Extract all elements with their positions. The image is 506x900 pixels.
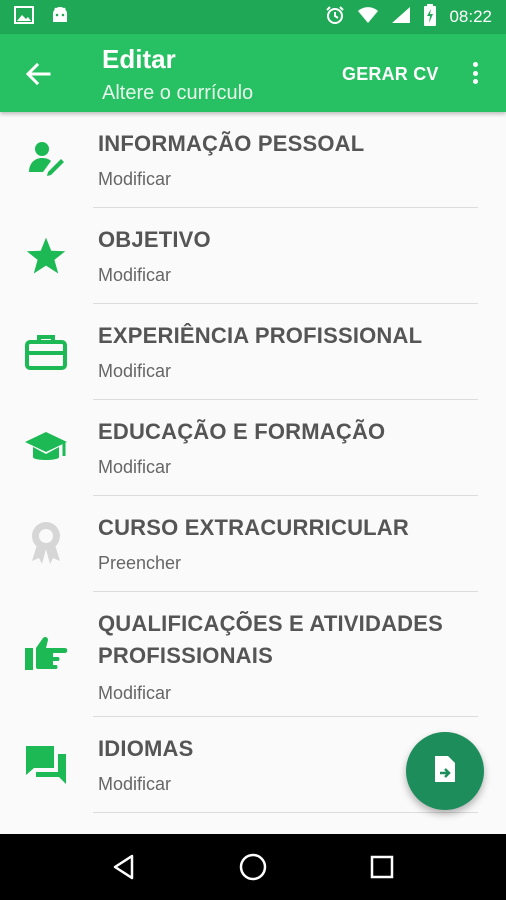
list-item-qualifications[interactable]: QUALIFICAÇÕES E ATIVIDADES PROFISSIONAIS… [0,592,506,717]
section-title: CURSO EXTRACURRICULAR [98,515,409,540]
thumb-pointing-icon [22,630,70,678]
status-bar: 08:22 [0,0,506,34]
page-title: Editar [102,44,176,74]
recents-square-icon[interactable] [362,847,402,887]
home-circle-icon[interactable] [233,847,273,887]
list-item-extracurricular[interactable]: CURSO EXTRACURRICULAR Preencher [0,496,506,592]
page-subtitle: Altere o currículo [102,82,254,104]
back-triangle-icon[interactable] [104,847,144,887]
back-arrow-icon[interactable] [22,58,54,90]
list-item-personal-info[interactable]: INFORMAÇÃO PESSOAL Modificar [0,112,506,208]
section-title: OBJETIVO [98,227,211,252]
graduation-cap-icon [22,424,70,472]
app-bar: Editar Altere o currículo GERAR CV [0,34,506,112]
alarm-icon [325,5,345,30]
list-item-professional-experience[interactable]: EXPERIÊNCIA PROFISSIONAL Modificar [0,304,506,400]
battery-charging-icon [423,3,437,31]
android-icon [50,6,70,29]
generate-cv-button[interactable]: GERAR CV [342,64,439,85]
sections-list: INFORMAÇÃO PESSOAL Modificar OBJETIVO Mo… [0,112,506,834]
section-title: INFORMAÇÃO PESSOAL [98,131,365,156]
wifi-icon [357,6,379,29]
award-icon [22,518,70,566]
list-item-education[interactable]: EDUCAÇÃO E FORMAÇÃO Modificar [0,400,506,496]
section-title: EDUCAÇÃO E FORMAÇÃO [98,419,386,444]
section-status: Modificar [98,457,172,477]
section-status: Modificar [98,169,172,189]
person-edit-icon [22,134,70,182]
section-status: Modificar [98,683,172,703]
divider [93,812,478,813]
star-icon [22,232,70,280]
section-status: Modificar [98,265,172,285]
clock-time: 08:22 [449,7,492,26]
system-nav-bar [0,834,506,900]
overflow-menu-icon[interactable] [468,58,482,88]
list-item-objective[interactable]: OBJETIVO Modificar [0,208,506,304]
section-title: QUALIFICAÇÕES E ATIVIDADES PROFISSIONAIS [98,611,443,668]
file-arrow-icon [434,755,456,788]
signal-icon [391,6,411,29]
section-status: Preencher [98,553,182,573]
chat-icon [22,741,70,789]
section-status: Modificar [98,361,172,381]
image-icon [14,5,34,29]
briefcase-icon [22,328,70,376]
generate-document-fab[interactable] [406,732,484,810]
section-title: EXPERIÊNCIA PROFISSIONAL [98,323,423,348]
